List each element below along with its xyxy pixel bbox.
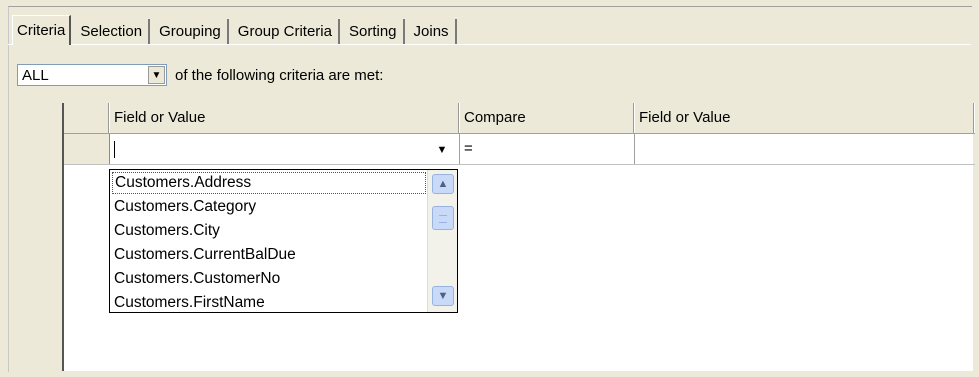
compare-cell[interactable]: = — [460, 134, 635, 164]
tab-bar: Criteria Selection Grouping Group Criter… — [12, 14, 460, 45]
row-selector[interactable] — [64, 134, 110, 164]
tab-selection[interactable]: Selection — [74, 19, 151, 44]
row-selector-header — [64, 103, 110, 133]
grid-header-row: Field or Value Compare Field or Value — [64, 103, 975, 134]
text-cursor — [114, 141, 115, 158]
list-item[interactable]: Customers.Category — [110, 195, 457, 219]
criteria-mode-label: of the following criteria are met: — [175, 66, 384, 84]
tab-group-criteria[interactable]: Group Criteria — [232, 19, 340, 44]
field-dropdown-list[interactable]: Customers.Address Customers.Category Cus… — [109, 169, 458, 313]
chevron-down-icon[interactable]: ▼ — [432, 286, 454, 306]
table-row: ▼ = — [64, 134, 975, 165]
chevron-up-icon[interactable]: ▲ — [432, 174, 454, 194]
column-header-field1[interactable]: Field or Value — [110, 103, 460, 133]
list-item[interactable]: Customers.FirstName — [110, 291, 457, 315]
list-item[interactable]: Customers.CustomerNo — [110, 267, 457, 291]
list-item[interactable]: Customers.Address — [111, 171, 427, 195]
tab-criteria[interactable]: Criteria — [12, 15, 72, 45]
criteria-mode-row: ALL ▼ of the following criteria are met: — [17, 63, 383, 87]
list-item[interactable]: Customers.CurrentBalDue — [110, 243, 457, 267]
field1-input[interactable] — [110, 134, 460, 164]
tab-sorting[interactable]: Sorting — [343, 19, 405, 44]
column-header-field2[interactable]: Field or Value — [635, 103, 975, 133]
tab-grouping[interactable]: Grouping — [153, 19, 229, 44]
dropdown-scrollbar[interactable]: ▲ ▼ — [427, 170, 457, 312]
tab-joins[interactable]: Joins — [408, 19, 457, 44]
chevron-down-icon[interactable]: ▼ — [148, 66, 165, 84]
criteria-mode-select[interactable]: ALL ▼ — [17, 64, 167, 86]
column-header-compare[interactable]: Compare — [460, 103, 635, 133]
tab-divider — [8, 44, 971, 45]
list-item[interactable]: Customers.City — [110, 219, 457, 243]
field2-cell[interactable] — [635, 134, 975, 164]
scrollbar-thumb[interactable] — [432, 206, 454, 230]
chevron-down-icon[interactable]: ▼ — [431, 140, 453, 159]
criteria-mode-value: ALL — [22, 67, 49, 84]
